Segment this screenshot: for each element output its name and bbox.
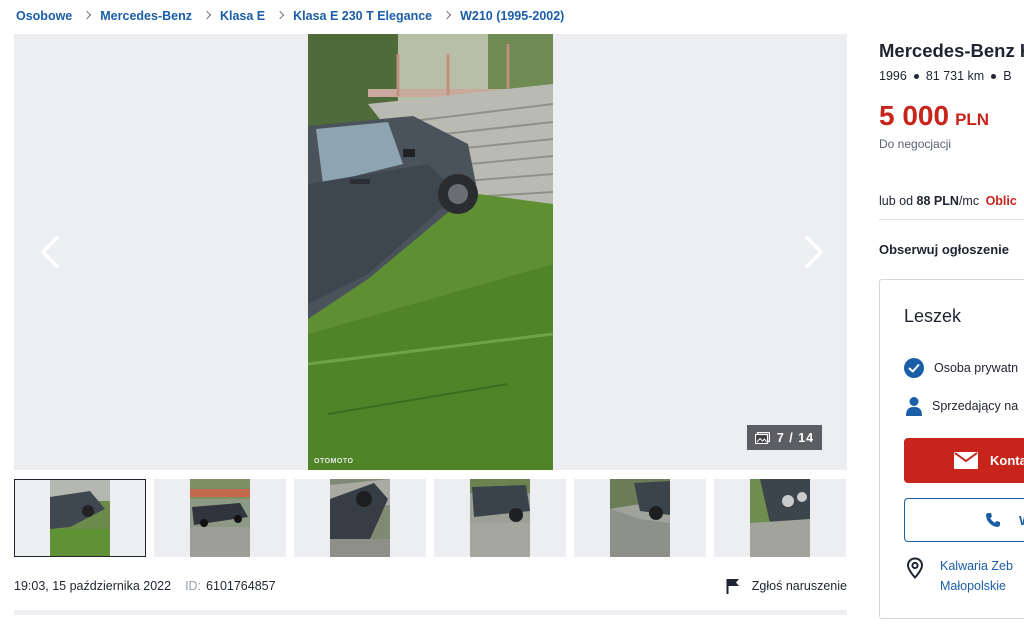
negotiable-label: Do negocjacji [879,137,952,151]
watermark-text: OTOMOTO [314,458,354,465]
financing-info: lub od 88 PLN/mc Oblic [879,194,1017,208]
price: 5 000 PLN [879,100,989,132]
spec-year: 1996 [879,69,907,83]
thumbnail[interactable] [714,479,846,557]
calculate-link[interactable]: Oblic [986,194,1017,208]
thumbnail[interactable] [294,479,426,557]
divider [14,610,847,615]
show-phone-button[interactable]: W [904,498,1024,542]
thumbnail-image [610,479,670,557]
thumbnail-image [330,479,390,557]
phone-icon [986,513,1000,527]
listing-meta: 19:03, 15 października 2022 ID: 61017648… [14,579,276,593]
finance-amount: 88 PLN [916,194,959,208]
seller-card: Leszek Osoba prywatn Sprzedający na Kont… [879,279,1024,619]
location-link[interactable]: Kalwaria Zeb Małopolskie [940,556,1013,596]
thumbnail-image [190,479,250,557]
thumbnail[interactable] [154,479,286,557]
main-photo[interactable]: OTOMOTO [308,34,553,470]
check-circle-icon [904,358,924,378]
location-region: Małopolskie [940,579,1007,593]
chevron-right-icon [202,10,212,20]
contact-seller-label: Konta [990,453,1024,468]
chevron-right-icon [805,236,823,268]
car-photo-image [308,34,553,470]
listing-id-label: ID: [185,579,202,593]
thumbnail-strip [14,479,847,557]
contact-seller-button[interactable]: Konta [904,438,1024,483]
thumbnail-image [750,479,810,557]
seller-since-label: Sprzedający na [932,399,1019,413]
finance-suffix: /mc [958,194,980,208]
chevron-left-icon [41,236,59,268]
price-amount: 5 000 [879,100,950,131]
listing-date: 19:03, 15 października 2022 [14,579,172,593]
observe-listing-button[interactable]: Obserwuj ogłoszenie [879,242,1009,257]
bullet-dot [913,73,919,79]
breadcrumb-item-model[interactable]: Klasa E [220,9,265,23]
show-phone-label: W [1019,513,1024,528]
divider [879,219,1024,220]
photo-gallery[interactable]: OTOMOTO 7 / 14 [14,34,847,470]
location-pin-icon [906,557,924,579]
chevron-right-icon [442,10,452,20]
breadcrumb: Osobowe Mercedes-Benz Klasa E Klasa E 23… [16,9,564,23]
seller-name: Leszek [904,306,962,326]
breadcrumb-item-generation[interactable]: W210 (1995-2002) [460,9,564,23]
listing-title: Mercedes-Benz K [879,40,1024,61]
breadcrumb-item-make[interactable]: Mercedes-Benz [100,9,192,23]
location-city: Kalwaria Zeb [940,559,1013,573]
seller-since: Sprzedający na [904,396,1018,416]
spec-mileage: 81 731 km [925,69,985,83]
breadcrumb-item-version[interactable]: Klasa E 230 T Elegance [293,9,432,23]
chevron-right-icon [83,10,92,20]
person-icon [906,397,922,416]
envelope-icon [954,452,978,469]
report-violation-link[interactable]: Zgłoś naruszenie [726,578,847,594]
thumbnail[interactable] [14,479,146,557]
flag-icon [726,579,739,594]
next-photo-button[interactable] [792,232,832,272]
photo-counter: 7 / 14 [747,425,822,450]
thumbnail[interactable] [574,479,706,557]
listing-specs: 1996 81 731 km B [879,69,1012,83]
seller-location: Kalwaria Zeb Małopolskie [904,556,1013,596]
breadcrumb-item-osobowe[interactable]: Osobowe [16,9,72,23]
report-violation-label: Zgłoś naruszenie [751,579,847,593]
thumbnail-image [470,479,530,557]
gallery-icon [754,431,770,444]
photo-counter-text: 7 / 14 [776,430,815,445]
previous-photo-button[interactable] [32,232,72,272]
seller-type-label: Osoba prywatn [934,361,1019,375]
thumbnail-image [50,480,110,556]
spec-fuel: B [1003,69,1012,83]
finance-prefix: lub od [879,194,914,208]
listing-id: 6101764857 [206,579,276,593]
chevron-right-icon [275,10,285,20]
bullet-dot [991,73,997,79]
price-currency: PLN [955,110,990,129]
thumbnail[interactable] [434,479,566,557]
seller-type: Osoba prywatn [904,358,1018,378]
